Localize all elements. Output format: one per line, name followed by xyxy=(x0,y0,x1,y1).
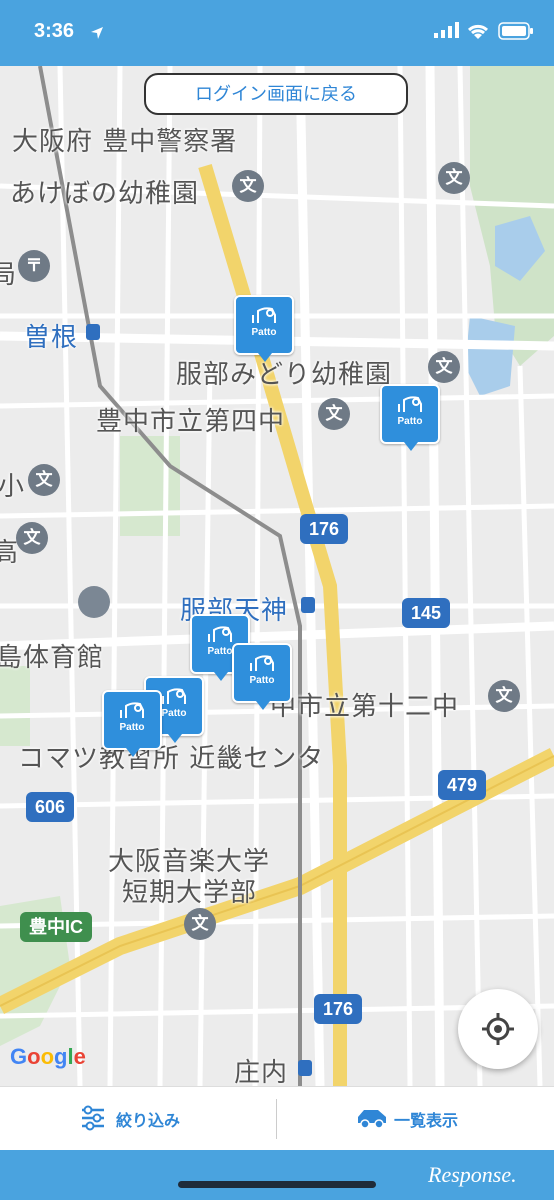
map-label: 小 xyxy=(0,472,26,502)
list-view-button[interactable]: 一覧表示 xyxy=(350,1087,480,1151)
marker-tip xyxy=(126,748,140,757)
marker-tip xyxy=(214,672,228,681)
school-icon: 文 xyxy=(28,464,60,496)
location-arrow-icon xyxy=(91,27,103,39)
marker-tip xyxy=(404,442,418,451)
school-icon: 文 xyxy=(232,170,264,202)
watermark: Response. xyxy=(428,1162,517,1187)
google-letter: e xyxy=(73,1044,86,1069)
parking-car-icon xyxy=(208,626,232,642)
marker-label: Patto xyxy=(249,675,275,686)
station-icon xyxy=(298,1060,312,1076)
route-shield: 176 xyxy=(314,994,362,1024)
map-label: 大阪府 豊中警察署 xyxy=(12,127,238,157)
parking-marker[interactable]: Patto xyxy=(380,384,440,451)
signal-icon xyxy=(434,22,459,38)
location-pin-icon xyxy=(78,586,110,618)
crosshair-icon xyxy=(482,1013,514,1045)
school-icon: 文 xyxy=(488,680,520,712)
parking-car-icon xyxy=(120,702,144,718)
back-to-login-button[interactable]: ログイン画面に戻る xyxy=(144,73,408,115)
station-icon xyxy=(301,597,315,613)
marker-label: Patto xyxy=(397,416,423,427)
google-letter: o xyxy=(27,1044,41,1069)
parking-marker[interactable]: Patto xyxy=(232,643,292,710)
current-location-button[interactable] xyxy=(458,989,538,1069)
school-icon: 文 xyxy=(184,908,216,940)
map-label: 局 xyxy=(0,260,18,290)
map-label: 短期大学部 xyxy=(122,878,258,908)
school-icon: 文 xyxy=(16,522,48,554)
marker-label: Patto xyxy=(251,327,277,338)
wifi-icon xyxy=(467,24,489,39)
bottom-toolbar: 絞り込み 一覧表示 xyxy=(0,1086,554,1151)
route-shield: 606 xyxy=(26,792,74,822)
marker-tip xyxy=(258,353,272,362)
map-label: 庄内 xyxy=(234,1058,289,1086)
school-icon: 文 xyxy=(438,162,470,194)
list-view-label: 一覧表示 xyxy=(394,1111,459,1130)
route-shield: 479 xyxy=(438,770,486,800)
status-bar: 3:36 xyxy=(0,0,554,66)
car-icon xyxy=(358,1110,386,1129)
map-label: 豊中市立第四中 xyxy=(96,407,286,437)
map-label: 島体育館 xyxy=(0,643,105,673)
map-label: 中市立第十二中 xyxy=(270,692,460,722)
ic-label: 豊中IC xyxy=(20,912,92,942)
sliders-icon xyxy=(82,1105,104,1131)
divider xyxy=(276,1099,277,1139)
filter-label: 絞り込み xyxy=(116,1111,181,1130)
filter-button[interactable]: 絞り込み xyxy=(70,1087,200,1151)
map-label-station: 曽根 xyxy=(24,323,79,353)
google-letter: g xyxy=(54,1044,68,1069)
parking-car-icon xyxy=(398,396,422,412)
google-logo: Google xyxy=(10,1044,86,1070)
battery-icon xyxy=(498,22,533,40)
parking-car-icon xyxy=(162,688,186,704)
route-shield: 145 xyxy=(402,598,450,628)
parking-car-icon xyxy=(252,307,276,323)
route-shield: 176 xyxy=(300,514,348,544)
station-icon xyxy=(86,324,100,340)
status-time: 3:36 xyxy=(34,20,75,42)
google-letter: o xyxy=(40,1044,55,1069)
home-indicator xyxy=(178,1181,376,1188)
parking-marker[interactable]: Patto xyxy=(234,295,294,362)
school-icon: 文 xyxy=(318,398,350,430)
map-label: コマツ教習所 近畿センタ xyxy=(18,744,325,774)
map-label: あけぼの幼稚園 xyxy=(10,179,200,209)
map-view[interactable]: 大阪府 豊中警察署 あけぼの幼稚園 曽根 服部みどり幼稚園 豊中市立第四中 服部… xyxy=(0,66,554,1086)
marker-tip xyxy=(256,701,270,710)
marker-label: Patto xyxy=(119,722,145,733)
school-icon: 文 xyxy=(428,351,460,383)
footer-bar: Response. xyxy=(0,1150,554,1200)
google-letter: G xyxy=(10,1044,28,1069)
post-office-icon: 〒 xyxy=(18,250,50,282)
map-label: 服部みどり幼稚園 xyxy=(176,360,393,390)
marker-tip xyxy=(168,734,182,743)
parking-marker[interactable]: Patto xyxy=(102,690,162,757)
parking-car-icon xyxy=(250,655,274,671)
